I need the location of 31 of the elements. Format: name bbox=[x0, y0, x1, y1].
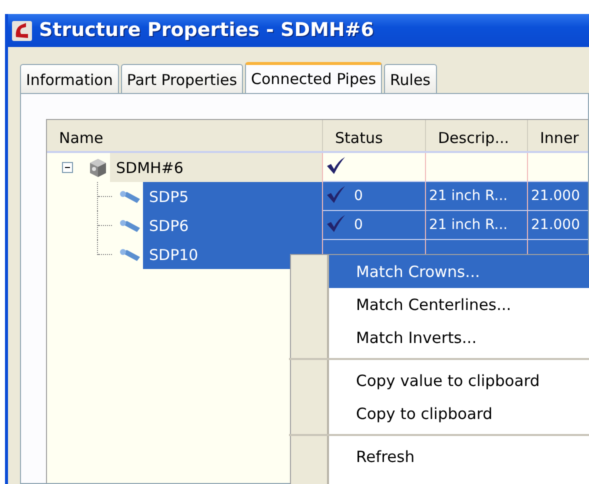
window-title: Structure Properties - SDMH#6 bbox=[39, 18, 374, 44]
tab[interactable]: Connected Pipes bbox=[245, 62, 382, 94]
collapse-button[interactable] bbox=[62, 162, 73, 174]
menu-item[interactable]: Match Inverts... bbox=[329, 321, 589, 354]
column-header[interactable]: Inner bbox=[528, 120, 588, 152]
inner-diameter-text: 21.000 bbox=[531, 187, 580, 206]
tab[interactable]: Part Properties bbox=[120, 64, 244, 94]
tree-item[interactable]: SDP10 bbox=[143, 240, 322, 270]
menu-item[interactable]: Copy value to clipboard bbox=[329, 364, 589, 397]
inner-diameter-text: 21.000 bbox=[531, 216, 580, 236]
menu-item[interactable]: Match Crowns... bbox=[329, 255, 589, 288]
menu-item[interactable]: Copy to clipboard bbox=[329, 397, 589, 430]
cube-icon bbox=[88, 158, 108, 178]
column-header[interactable]: Descrip... bbox=[426, 120, 528, 152]
description-text: 21 inch R... bbox=[429, 187, 508, 206]
tree-item[interactable]: SDP5 bbox=[143, 182, 322, 212]
app-icon bbox=[11, 20, 33, 42]
menu-item[interactable]: Refresh bbox=[329, 440, 589, 473]
tab[interactable]: Information bbox=[20, 64, 119, 94]
tree-item[interactable]: SDP6 bbox=[143, 211, 322, 240]
description-text: 21 inch R... bbox=[429, 216, 508, 236]
tree-item[interactable]: SDMH#6 bbox=[110, 153, 322, 182]
column-header[interactable]: Name bbox=[47, 120, 323, 152]
column-header[interactable]: Status bbox=[323, 120, 426, 152]
menu-item[interactable]: Match Centerlines... bbox=[329, 288, 589, 321]
pipe-icon bbox=[119, 218, 141, 233]
status-value: 0 bbox=[354, 187, 363, 206]
pipe-icon bbox=[119, 190, 141, 204]
tab[interactable]: Rules bbox=[384, 64, 436, 94]
pipe-icon bbox=[119, 248, 141, 262]
status-value: 0 bbox=[354, 216, 363, 236]
